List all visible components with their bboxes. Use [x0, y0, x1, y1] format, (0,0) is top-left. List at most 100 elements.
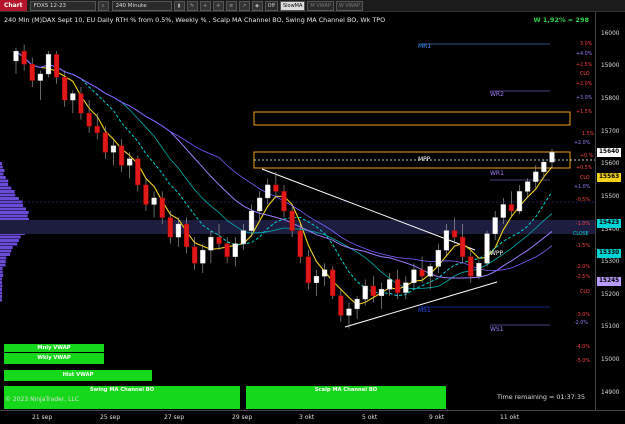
price-axis-label: 15200	[601, 291, 620, 298]
instrument-selector[interactable]: FDXS 12-23	[29, 0, 96, 11]
candle-body	[151, 197, 157, 205]
ma-swing-line	[15, 50, 553, 279]
candle-body	[102, 132, 108, 153]
chart-title: 240 Min (M)DAX Sept 10, EU Daily RTH % f…	[4, 16, 386, 24]
candle-body	[403, 282, 409, 293]
candle-body	[159, 197, 165, 218]
candle-body	[208, 236, 214, 251]
pct-minus-2-0: -2.0%	[576, 265, 590, 270]
scalp-ma-button[interactable]: Scalp MA Channel BO	[246, 386, 446, 395]
monthly-vwap-button[interactable]: Mnly VWAP	[4, 344, 104, 352]
candle-body	[419, 269, 425, 277]
properties-icon[interactable]: ≡	[225, 0, 237, 11]
candle-body	[200, 249, 206, 264]
close-band	[0, 220, 595, 234]
candle-body	[476, 262, 482, 277]
time-axis-label: 25 sep	[100, 414, 121, 421]
wr1-label: WR1	[490, 170, 504, 177]
candle-body	[86, 112, 92, 127]
volume-profile-bar	[0, 162, 2, 165]
arrow-icon[interactable]: ↗	[238, 0, 250, 11]
candle-body	[338, 295, 344, 316]
candle-body	[37, 73, 43, 81]
price-tag: 15640	[597, 147, 622, 157]
strategy-icon[interactable]: ◆	[251, 0, 263, 11]
mr1-label: MR1	[418, 43, 432, 50]
search-icon[interactable]: ⌕	[97, 0, 109, 11]
toggle-slow-ma[interactable]: SlowMA	[279, 0, 306, 11]
chart-menu-button[interactable]: Chart	[0, 0, 27, 11]
time-remaining: Time remaining = 01:37:35	[497, 393, 586, 401]
swing-ma-button[interactable]: Swing MA Channel BO	[4, 386, 240, 395]
price-axis-label: 15800	[601, 96, 620, 103]
ma-swing-band	[15, 50, 553, 272]
price-axis-label: 15700	[601, 128, 620, 135]
volume-profile-bar	[0, 270, 3, 274]
copyright: © 2023 NinjaTrader, LLC	[5, 396, 79, 403]
volume-profile-bar	[0, 211, 29, 214]
candle-body	[500, 204, 506, 218]
volume-profile-bar	[0, 207, 27, 211]
volume-profile-bar	[0, 267, 3, 270]
candle-body	[281, 191, 287, 212]
candle-body	[29, 63, 35, 81]
volume-profile-bar	[0, 256, 7, 260]
scalp-ma-panel	[246, 395, 446, 409]
volume-profile-bar	[0, 190, 15, 193]
volume-profile-bar	[0, 165, 3, 169]
candle-body	[240, 230, 246, 244]
ws1-label: WS1	[490, 326, 504, 333]
price-tag: 15245	[597, 276, 622, 286]
candle-body	[167, 217, 173, 238]
pct-plus-1-0: +1.0%	[574, 185, 591, 190]
weekly-vwap-button[interactable]: Wkly VWAP	[4, 353, 104, 364]
candle-body	[110, 145, 117, 153]
candle-body	[443, 230, 450, 251]
volume-profile-bar	[0, 260, 6, 263]
volume-profile-bar	[0, 176, 6, 179]
period-selector[interactable]: 240 Minute	[111, 0, 172, 11]
price-axis-label: 15500	[601, 193, 620, 200]
price-axis-label: 16000	[601, 30, 620, 37]
candle-body	[354, 298, 360, 310]
candle-body	[13, 50, 19, 62]
volume-profile-bar	[0, 186, 12, 190]
wpp-label: WPP	[490, 250, 504, 257]
weekly-stat: W 1,92% = 298	[533, 16, 589, 24]
candle-body	[265, 184, 271, 199]
pct-3-0: 3.0%	[580, 42, 593, 47]
pencil-icon[interactable]: ✎	[186, 0, 198, 11]
pct-plus-2-0b: +2.0%	[574, 141, 591, 146]
pct-plus-0-5: +0.5%	[576, 166, 593, 171]
candle-body	[516, 191, 523, 212]
pct-minus-0-5: -0.5%	[576, 198, 590, 203]
zoom-in-icon[interactable]: +	[199, 0, 211, 11]
toggle-w-vwap[interactable]: W VWAP	[335, 0, 363, 11]
pct-minus-1-5: -1.5%	[576, 244, 590, 249]
candle-body	[508, 204, 514, 212]
candle-body	[370, 285, 376, 297]
volume-profile-bar	[0, 295, 3, 298]
candle-body	[313, 276, 320, 283]
crosshair-icon[interactable]: ✛	[212, 0, 224, 11]
candle-body	[484, 233, 490, 264]
price-axis-label: 15300	[601, 259, 620, 266]
volume-profile-bar	[0, 277, 2, 281]
toggle-m-vwap[interactable]: M VWAP	[307, 0, 334, 11]
candle-body	[21, 50, 27, 65]
pct-minus-2-0b: -2.0%	[574, 321, 588, 326]
time-axis-label: 27 sep	[164, 414, 185, 421]
hist-vwap-button[interactable]: Hist VWAP	[4, 370, 152, 381]
volume-profile-bar	[0, 298, 2, 302]
bar-chart-icon[interactable]: ▮	[173, 0, 185, 11]
candle-body	[395, 279, 401, 293]
pct-plus-2-0: +2.0%	[576, 82, 593, 87]
price-axis[interactable]	[595, 12, 625, 410]
candle-body	[78, 93, 84, 114]
candle-body	[460, 236, 466, 257]
toggle-off[interactable]: Off	[264, 0, 278, 11]
candle-body	[330, 269, 336, 297]
candle-body	[183, 223, 190, 248]
candle-body	[533, 171, 539, 182]
candle-body	[143, 184, 149, 205]
